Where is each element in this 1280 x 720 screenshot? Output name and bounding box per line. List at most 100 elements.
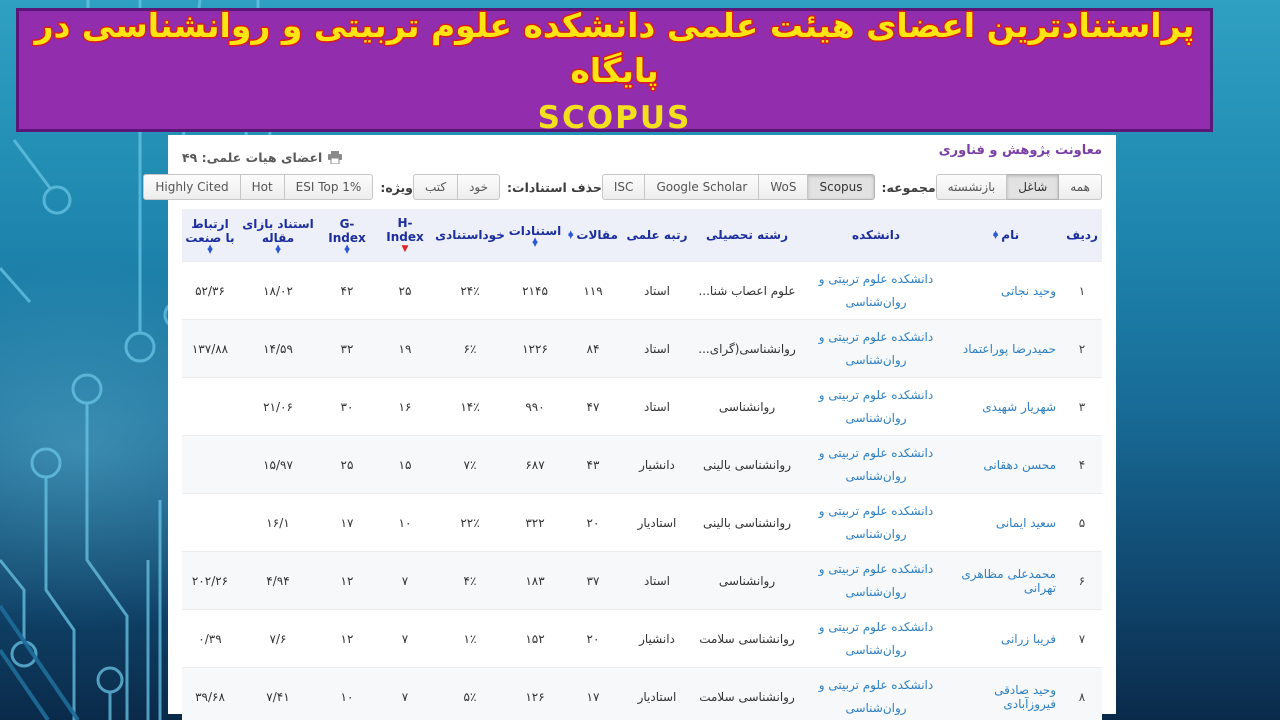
faculty-metrics-table: ردیف نام ▲ ▼ دانشکده رشته تحصیلی رتبه علمی… — [182, 209, 1102, 720]
g-index-cell: ۱۲ — [318, 609, 376, 668]
faculty-member-link[interactable]: محسن دهقانی — [983, 458, 1056, 472]
cite-per-article-cell: ۷/۴۱ — [238, 667, 318, 720]
faculty-cell: دانشکده علوم تربیتی و روان‌شناسی — [802, 551, 950, 610]
table-row: ۳ شهریار شهیدی دانشکده علوم تربیتی و روا… — [182, 377, 1102, 436]
banner-title-scopus: SCOPUS — [537, 99, 692, 136]
esi-top-button[interactable]: ESI Top 1% — [283, 174, 374, 201]
faculty-member-link[interactable]: شهریار شهیدی — [982, 400, 1056, 414]
h-index-cell: ۱۵ — [376, 435, 434, 494]
col-header-row-number: ردیف — [1062, 209, 1102, 262]
cite-per-article-cell: ۴/۹۴ — [238, 551, 318, 610]
panel-header: معاونت پژوهش و فناوری اعضای هیات علمی: ۴… — [182, 141, 1102, 165]
rank-cell: استاد — [622, 551, 692, 610]
hot-button[interactable]: Hot — [239, 174, 285, 201]
h-index-cell: ۱۰ — [376, 493, 434, 552]
citations-cell: ۹۹۰ — [506, 377, 564, 436]
table-row: ۶ محمدعلی مظاهری تهرانی دانشکده علوم ترب… — [182, 551, 1102, 610]
self-citation-cell: ۵٪ — [434, 667, 506, 720]
citations-cell: ۱۲۶ — [506, 667, 564, 720]
status-retired-button[interactable]: بازنشسته — [935, 174, 1008, 201]
faculty-member-link[interactable]: سعید ایمانی — [996, 516, 1056, 530]
articles-cell: ۴۳ — [564, 435, 622, 494]
faculty-member-link[interactable]: فریبا زرانی — [1001, 632, 1056, 646]
status-all-button[interactable]: همه — [1058, 174, 1102, 201]
col-header-citations[interactable]: استنادات ▲ ▼ — [506, 209, 564, 262]
remove-self-button[interactable]: خود — [457, 174, 501, 201]
rank-cell: استادیار — [622, 493, 692, 552]
sort-icon[interactable]: ▲ ▼ — [207, 244, 212, 255]
sort-icon[interactable]: ▲ ▼ — [993, 229, 998, 240]
industry-cell: ۳۹/۶۸ — [182, 667, 238, 720]
g-index-cell: ۴۲ — [318, 261, 376, 320]
h-index-cell: ۷ — [376, 551, 434, 610]
faculty-member-link[interactable]: حمیدرضا پوراعتماد — [963, 342, 1056, 356]
g-index-cell: ۱۰ — [318, 667, 376, 720]
cite-per-article-cell: ۷/۶ — [238, 609, 318, 668]
sort-desc-icon[interactable]: ▼ — [402, 245, 409, 254]
col-header-articles[interactable]: مقالات ▲ ▼ — [564, 209, 622, 262]
remove-books-button[interactable]: کتب — [412, 174, 459, 201]
citations-cell: ۶۸۷ — [506, 435, 564, 494]
articles-cell: ۱۷ — [564, 667, 622, 720]
collection-scopus-button[interactable]: Scopus — [807, 174, 875, 201]
faculty-member-link[interactable]: وحید نجاتی — [1001, 284, 1056, 298]
faculty-cell: دانشکده علوم تربیتی و روان‌شناسی — [802, 319, 950, 378]
remove-citations-group: حذف استنادات: خود کتب — [412, 174, 602, 201]
g-index-cell: ۳۰ — [318, 377, 376, 436]
self-citation-cell: ۲۴٪ — [434, 261, 506, 320]
faculty-cell: دانشکده علوم تربیتی و روان‌شناسی — [802, 609, 950, 668]
faculty-member-link[interactable]: وحید صادقی فیروزآبادی — [994, 683, 1056, 711]
articles-cell: ۲۰ — [564, 609, 622, 668]
col-header-cite-per-article[interactable]: استناد بازای مقاله ▲ ▼ — [238, 209, 318, 262]
collection-wos-button[interactable]: WoS — [758, 174, 809, 201]
row-number: ۱ — [1062, 261, 1102, 320]
row-number: ۸ — [1062, 667, 1102, 720]
industry-cell: ۱۳۷/۸۸ — [182, 319, 238, 378]
faculty-member-link[interactable]: محمدعلی مظاهری تهرانی — [961, 567, 1056, 595]
content-panel: معاونت پژوهش و فناوری اعضای هیات علمی: ۴… — [143, 135, 1116, 720]
title-banner: پراستنادترین اعضای هیئت علمی دانشکده علو… — [16, 6, 1213, 136]
row-number: ۶ — [1062, 551, 1102, 610]
row-number: ۴ — [1062, 435, 1102, 494]
department-title: معاونت پژوهش و فناوری — [938, 143, 1102, 158]
col-header-faculty: دانشکده — [802, 209, 950, 262]
self-citation-cell: ۴٪ — [434, 551, 506, 610]
name-cell: محسن دهقانی — [950, 435, 1062, 494]
self-citation-cell: ۲۲٪ — [434, 493, 506, 552]
field-cell: روانشناسی بالینی — [692, 435, 802, 494]
sort-icon[interactable]: ▲ ▼ — [568, 229, 573, 240]
cite-per-article-cell: ۱۵/۹۷ — [238, 435, 318, 494]
faculty-cell: دانشکده علوم تربیتی و روان‌شناسی — [802, 261, 950, 320]
status-employed-button[interactable]: شاغل — [1006, 174, 1060, 201]
col-header-field: رشته تحصیلی — [692, 209, 802, 262]
remove-citations-label: حذف استنادات: — [507, 179, 602, 195]
sort-icon[interactable]: ▲ ▼ — [344, 244, 349, 255]
industry-cell — [182, 435, 238, 494]
industry-cell — [182, 493, 238, 552]
highly-cited-button[interactable]: Highly Cited — [143, 174, 241, 201]
cite-per-article-cell: ۱۸/۰۲ — [238, 261, 318, 320]
col-header-h-index[interactable]: H-Index ▼ — [376, 209, 434, 262]
sort-icon[interactable]: ▲ ▼ — [532, 237, 537, 248]
cite-per-article-cell: ۲۱/۰۶ — [238, 377, 318, 436]
g-index-cell: ۲۵ — [318, 435, 376, 494]
faculty-count-label: اعضای هیات علمی: ۴۹ — [182, 150, 323, 165]
h-index-cell: ۱۹ — [376, 319, 434, 378]
collection-label: مجموعه: — [881, 179, 936, 195]
col-header-industry[interactable]: ارتباط با صنعت ▲ ▼ — [182, 209, 238, 262]
rank-cell: دانشیار — [622, 435, 692, 494]
table-row: ۸ وحید صادقی فیروزآبادی دانشکده علوم ترب… — [182, 667, 1102, 720]
name-cell: وحید صادقی فیروزآبادی — [950, 667, 1062, 720]
row-number: ۷ — [1062, 609, 1102, 668]
col-header-g-index[interactable]: G-Index ▲ ▼ — [318, 209, 376, 262]
rank-cell: استاد — [622, 319, 692, 378]
sort-icon[interactable]: ▲ ▼ — [275, 244, 280, 255]
articles-cell: ۲۰ — [564, 493, 622, 552]
row-number: ۵ — [1062, 493, 1102, 552]
col-header-name[interactable]: نام ▲ ▼ — [950, 209, 1062, 262]
h-index-cell: ۲۵ — [376, 261, 434, 320]
collection-isc-button[interactable]: ISC — [601, 174, 646, 201]
name-cell: فریبا زرانی — [950, 609, 1062, 668]
collection-google-scholar-button[interactable]: Google Scholar — [644, 174, 760, 201]
g-index-cell: ۱۲ — [318, 551, 376, 610]
